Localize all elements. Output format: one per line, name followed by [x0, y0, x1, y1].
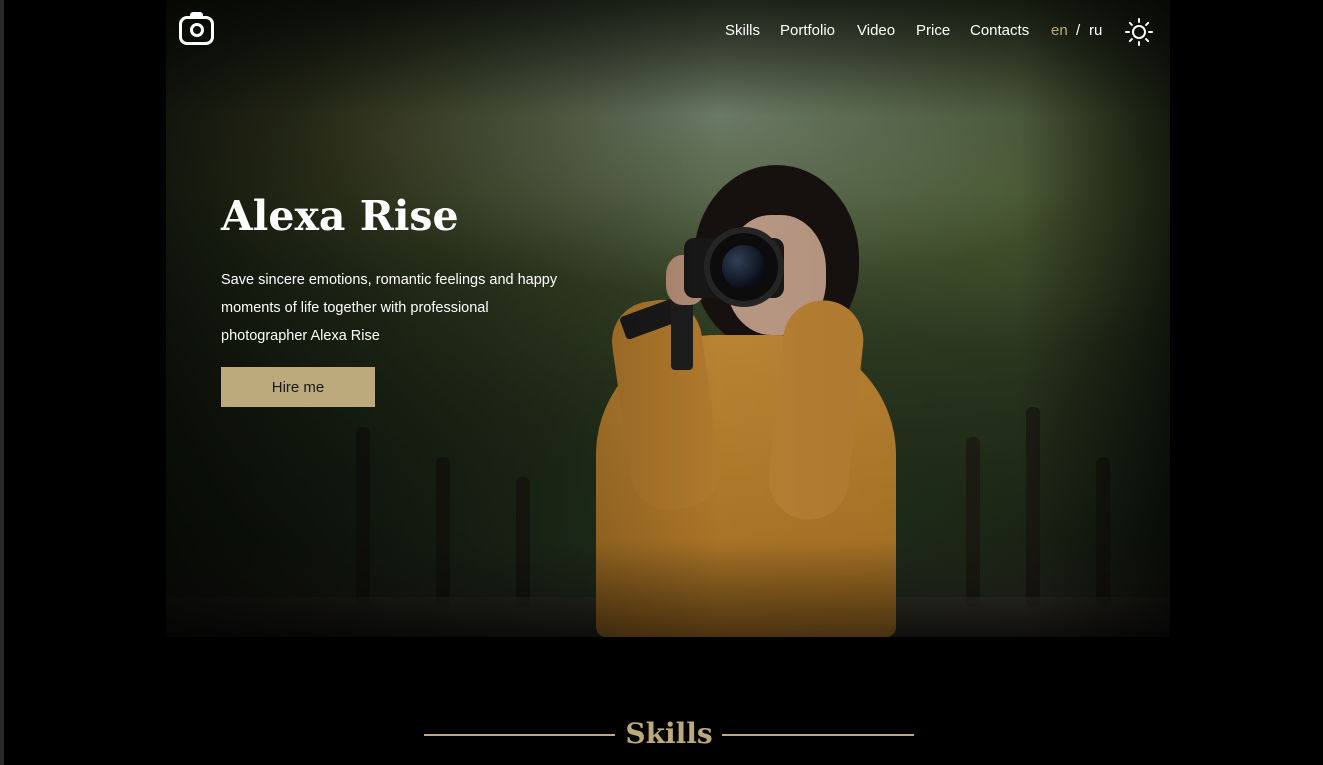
skills-divider-left: [424, 734, 615, 736]
top-navigation: Skills Portfolio Video Price Contacts en…: [0, 0, 1323, 62]
hire-me-button[interactable]: Hire me: [221, 367, 375, 407]
camera-icon[interactable]: [179, 12, 214, 45]
nav-link-contacts[interactable]: Contacts: [970, 22, 1029, 40]
hero-title: Alexa Rise: [221, 192, 459, 240]
nav-link-price[interactable]: Price: [916, 22, 950, 40]
lang-en-link[interactable]: en: [1051, 22, 1068, 40]
window-edge: [0, 0, 4, 765]
nav-link-skills[interactable]: Skills: [725, 22, 760, 40]
sun-icon[interactable]: [1124, 17, 1154, 47]
skills-divider-right: [722, 734, 914, 736]
camera-lens-icon: [190, 23, 204, 37]
skills-section-title: Skills: [625, 717, 713, 750]
nav-link-portfolio[interactable]: Portfolio: [780, 22, 835, 40]
hero-description: Save sincere emotions, romantic feelings…: [221, 272, 558, 344]
lang-ru-link[interactable]: ru: [1089, 22, 1102, 40]
lang-separator: /: [1076, 22, 1081, 39]
nav-link-video[interactable]: Video: [857, 22, 895, 40]
